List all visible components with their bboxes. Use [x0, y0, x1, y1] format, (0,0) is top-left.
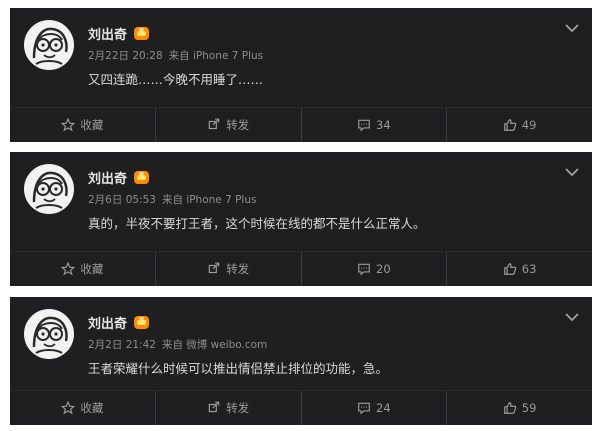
chevron-down-icon[interactable] [564, 311, 580, 323]
like-button[interactable]: 63 [446, 252, 592, 286]
like-count: 59 [521, 401, 537, 415]
vip-badge-icon [134, 316, 150, 329]
comment-button[interactable]: 24 [300, 391, 447, 425]
post-text: 又四连跪……今晚不用睡了…… [88, 72, 264, 87]
post-source: 来自 iPhone 7 Plus [161, 194, 257, 206]
thumbs-up-icon [503, 119, 517, 131]
collect-button[interactable]: 收藏 [10, 391, 155, 425]
action-bar: 收藏 转发 34 49 [10, 107, 592, 142]
repost-label: 转发 [226, 118, 250, 132]
post-source: 来自 微博 weibo.com [161, 339, 268, 351]
comment-icon [358, 402, 370, 415]
vip-badge-icon [134, 171, 150, 184]
post-meta: 2月22日 20:28 来自 iPhone 7 Plus [88, 48, 269, 63]
repost-button[interactable]: 转发 [154, 252, 301, 286]
thumbs-up-icon [503, 402, 517, 414]
like-count: 63 [521, 262, 537, 276]
post-card: 刘出奇 2月22日 20:28 来自 iPhone 7 Plus 又四连跪……今晚… [10, 8, 592, 142]
collect-label: 收藏 [80, 262, 104, 276]
comment-icon [358, 263, 370, 276]
chevron-down-icon[interactable] [564, 166, 580, 178]
repost-icon [208, 401, 220, 413]
action-bar: 收藏 转发 20 63 [10, 251, 592, 286]
comment-count: 24 [376, 401, 391, 415]
avatar[interactable] [24, 164, 74, 214]
comment-count: 34 [376, 118, 391, 132]
chevron-down-icon[interactable] [564, 22, 580, 34]
repost-label: 转发 [226, 262, 250, 276]
post-card: 刘出奇 2月6日 05:53 来自 iPhone 7 Plus 真的，半夜不要打王… [10, 152, 592, 286]
avatar-glasses-cartoon-icon [32, 171, 68, 209]
star-icon [61, 118, 76, 132]
avatar-glasses-cartoon-icon [32, 27, 68, 65]
like-button[interactable]: 49 [446, 108, 592, 142]
repost-icon [208, 262, 220, 274]
thumbs-up-icon [503, 263, 517, 275]
avatar-glasses-cartoon-icon [32, 316, 68, 354]
avatar[interactable] [24, 309, 74, 359]
action-bar: 收藏 转发 24 59 [10, 390, 592, 425]
post-card: 刘出奇 2月2日 21:42 来自 微博 weibo.com 王者荣耀什么时候可以… [10, 297, 592, 425]
post-text: 真的，半夜不要打王者，这个时候在线的都不是什么正常人。 [88, 216, 426, 231]
author-name[interactable]: 刘出奇 [88, 313, 127, 332]
post-source: 来自 iPhone 7 Plus [168, 50, 264, 62]
comment-button[interactable]: 34 [300, 108, 447, 142]
author-name[interactable]: 刘出奇 [88, 24, 127, 43]
avatar[interactable] [24, 20, 74, 70]
post-date[interactable]: 2月2日 21:42 [88, 339, 156, 351]
collect-button[interactable]: 收藏 [10, 252, 155, 286]
repost-label: 转发 [226, 401, 250, 415]
post-meta: 2月2日 21:42 来自 微博 weibo.com [88, 337, 273, 352]
post-meta: 2月6日 05:53 来自 iPhone 7 Plus [88, 192, 262, 207]
like-count: 49 [521, 118, 537, 132]
comment-icon [358, 119, 370, 132]
repost-button[interactable]: 转发 [154, 108, 301, 142]
comment-button[interactable]: 20 [300, 252, 447, 286]
post-date[interactable]: 2月22日 20:28 [88, 50, 163, 62]
comment-count: 20 [376, 262, 391, 276]
repost-icon [208, 118, 220, 130]
collect-button[interactable]: 收藏 [10, 108, 155, 142]
like-button[interactable]: 59 [446, 391, 592, 425]
collect-label: 收藏 [80, 401, 104, 415]
collect-label: 收藏 [80, 118, 104, 132]
repost-button[interactable]: 转发 [154, 391, 301, 425]
author-name[interactable]: 刘出奇 [88, 168, 127, 187]
post-text: 王者荣耀什么时候可以推出情侣禁止排位的功能，急。 [88, 361, 389, 376]
vip-badge-icon [134, 27, 150, 40]
star-icon [61, 262, 76, 276]
post-date[interactable]: 2月6日 05:53 [88, 194, 156, 206]
star-icon [61, 401, 76, 415]
weibo-feed: 刘出奇 2月22日 20:28 来自 iPhone 7 Plus 又四连跪……今晚… [0, 0, 600, 431]
